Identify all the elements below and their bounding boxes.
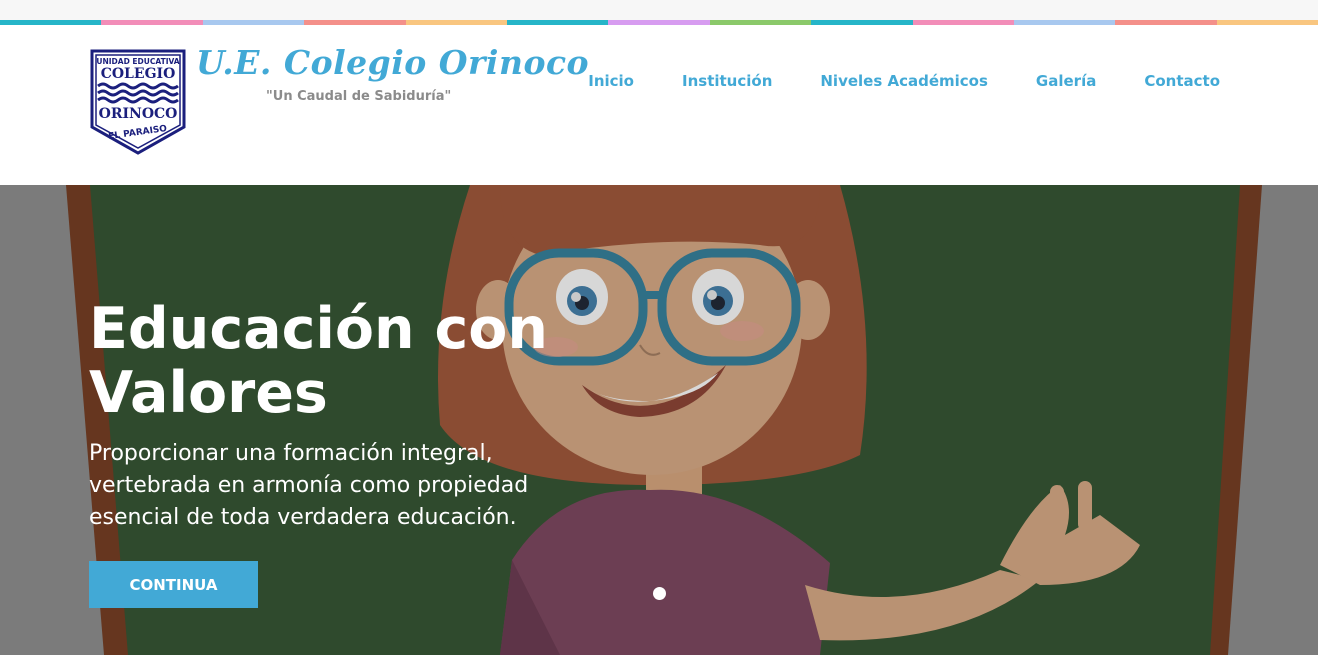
nav-item-galeria[interactable]: Galería (1036, 72, 1096, 90)
site-title[interactable]: U.E. Colegio Orinoco (196, 43, 589, 82)
nav-item-niveles-academicos[interactable]: Niveles Académicos (820, 72, 988, 90)
slider-dot-active[interactable] (653, 587, 666, 600)
hero-title: Educación con Valores (89, 296, 549, 426)
nav-item-inicio[interactable]: Inicio (588, 72, 634, 90)
continua-button[interactable]: CONTINUA (89, 561, 258, 608)
logo-line-3: ORINOCO (99, 106, 178, 122)
nav-item-institucion[interactable]: Institución (682, 72, 772, 90)
logo-line-2: COLEGIO (101, 66, 176, 82)
top-strip (0, 0, 1318, 20)
hero-description: Proporcionar una formación integral, ver… (89, 441, 529, 530)
site-header: UNIDAD EDUCATIVA COLEGIO ORINOCO EL PARA… (0, 25, 1318, 185)
logo-line-1: UNIDAD EDUCATIVA (96, 57, 179, 66)
nav-item-contacto[interactable]: Contacto (1144, 72, 1220, 90)
school-crest-icon[interactable]: UNIDAD EDUCATIVA COLEGIO ORINOCO EL PARA… (90, 49, 186, 155)
main-nav: Inicio Institución Niveles Académicos Ga… (540, 72, 1220, 90)
hero-slider: Educación con Valores Proporcionar una f… (0, 185, 1318, 655)
site-slogan: "Un Caudal de Sabiduría" (266, 89, 452, 104)
